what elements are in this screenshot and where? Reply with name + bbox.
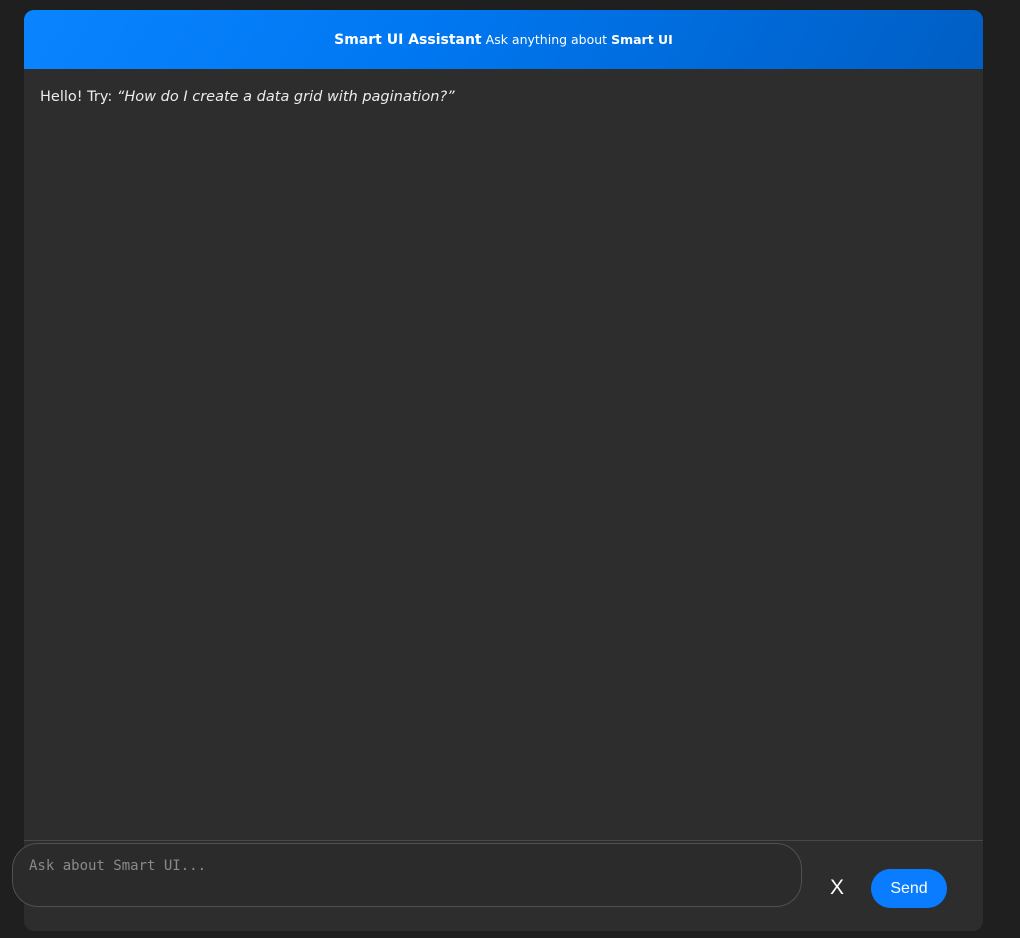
greeting-text: Hello! Try: <box>40 89 117 105</box>
header-subtitle-product: Smart UI <box>611 32 673 47</box>
message-list: Hello! Try: “How do I create a data grid… <box>24 69 983 840</box>
chat-header: Smart UI Assistant Ask anything about Sm… <box>24 10 983 69</box>
header-subtitle-text: Ask anything about <box>485 32 612 47</box>
header-subtitle: Ask anything about Smart UI <box>486 32 673 47</box>
clear-button[interactable]: X <box>823 874 851 902</box>
assistant-message: Hello! Try: “How do I create a data grid… <box>40 87 967 107</box>
header-title: Smart UI Assistant <box>334 31 482 48</box>
message-input[interactable] <box>12 843 802 907</box>
composer-divider <box>24 840 983 841</box>
send-button[interactable]: Send <box>871 869 947 908</box>
suggestion-text: “How do I create a data grid with pagina… <box>116 89 455 105</box>
chat-window: Smart UI Assistant Ask anything about Sm… <box>24 10 983 931</box>
